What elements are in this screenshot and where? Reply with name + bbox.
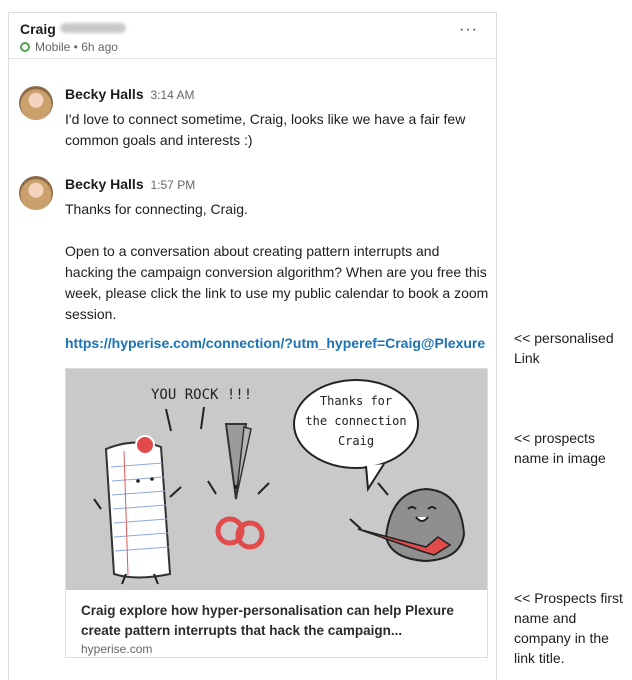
annotation-image: << prospects name in image	[514, 430, 606, 466]
message-time: 3:14 AM	[150, 88, 195, 102]
conversation-header: Craig Mobile • 6h ago ···	[9, 13, 496, 59]
message-text: Thanks for connecting, Craig.	[65, 201, 248, 217]
link-preview-domain: hyperise.com	[81, 642, 153, 656]
annotation-title: << Prospects first name and company in t…	[514, 590, 623, 666]
bubble-line-3: Craig	[338, 434, 374, 448]
conversation-panel: Craig Mobile • 6h ago ··· Becky Halls 3:…	[8, 12, 497, 680]
message-text: Open to a conversation about creating pa…	[65, 243, 489, 322]
bubble-line-2: the connection	[305, 414, 406, 428]
blurred-last-name	[59, 23, 126, 33]
preview-image[interactable]: YOU ROCK !!! Thanks for the connection C…	[66, 369, 487, 590]
online-status-icon	[20, 42, 30, 52]
image-caption-text: YOU ROCK !!!	[151, 387, 252, 403]
avatar[interactable]	[19, 86, 53, 120]
link-preview-title[interactable]: Craig explore how hyper-personalisation …	[81, 601, 476, 641]
message-header: Becky Halls 3:14 AM	[65, 86, 195, 102]
annotation-link: << personalised Link	[514, 330, 614, 366]
link-preview-card[interactable]: YOU ROCK !!! Thanks for the connection C…	[65, 368, 488, 658]
contact-status: Mobile • 6h ago	[20, 40, 118, 54]
personalised-link[interactable]: https://hyperise.com/connection/?utm_hyp…	[65, 335, 485, 351]
more-options-icon[interactable]: ···	[459, 21, 478, 39]
message-time: 1:57 PM	[150, 178, 196, 192]
status-text: Mobile • 6h ago	[35, 40, 118, 54]
message-text: I'd love to connect sometime, Craig, loo…	[65, 111, 466, 148]
contact-first-name[interactable]: Craig	[20, 21, 56, 37]
sender-name[interactable]: Becky Halls	[65, 176, 144, 192]
sender-name[interactable]: Becky Halls	[65, 86, 144, 102]
avatar[interactable]	[19, 176, 53, 210]
bubble-line-1: Thanks for	[320, 394, 392, 408]
message-header: Becky Halls 1:57 PM	[65, 176, 195, 192]
contact-name[interactable]: Craig	[20, 21, 126, 37]
